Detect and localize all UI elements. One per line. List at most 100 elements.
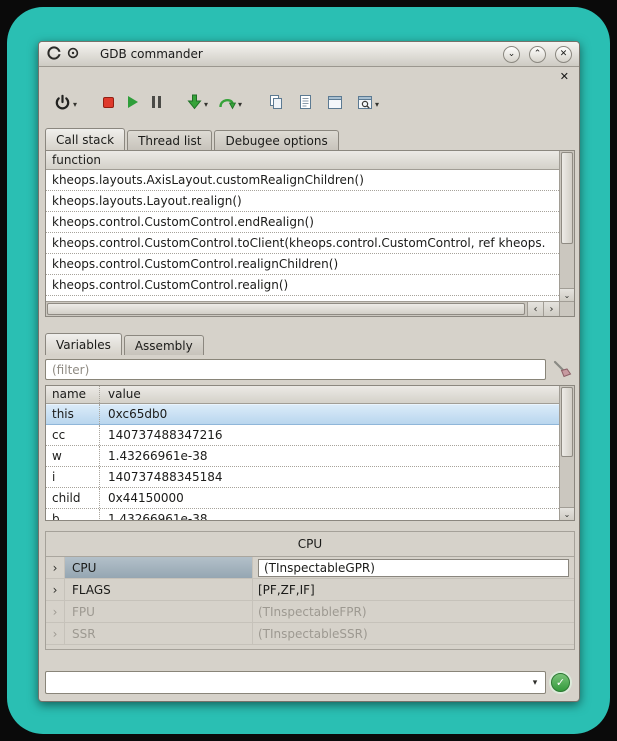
variable-row[interactable]: w 1.43266961e-38 <box>46 446 559 467</box>
run-button[interactable] <box>128 91 138 113</box>
app-icon <box>46 45 62 64</box>
variables-table: name value this 0xc65db0 cc 140737488347… <box>46 386 559 520</box>
callstack-horizontal-scrollbar[interactable]: ‹ › <box>46 301 559 316</box>
register-row-ssr[interactable]: › SSR (TInspectableSSR) <box>46 623 574 645</box>
pause-button[interactable] <box>152 91 161 113</box>
variables-vertical-scrollbar[interactable]: ⌄ <box>559 386 574 520</box>
variable-value: 140737488345184 <box>100 467 559 487</box>
step-into-dropdown-icon[interactable]: ▾ <box>204 100 208 109</box>
toolbar: ▾ ▾ ▾ ▾ <box>54 90 379 114</box>
pause-icon <box>152 96 161 108</box>
callstack-row[interactable]: kheops.control.CustomControl.endRealign(… <box>46 212 559 233</box>
register-row-cpu[interactable]: › CPU (TInspectableGPR) <box>46 557 574 579</box>
tab-variables[interactable]: Variables <box>45 333 122 355</box>
clear-filter-icon[interactable] <box>551 358 573 380</box>
step-into-button[interactable] <box>187 91 202 113</box>
expander-icon[interactable]: › <box>46 601 65 622</box>
callstack-column-header[interactable]: function <box>46 151 559 170</box>
cpu-groupbox-title: CPU <box>46 532 574 556</box>
callstack-row[interactable]: kheops.layouts.Layout.realign() <box>46 191 559 212</box>
close-button[interactable]: ✕ <box>555 46 572 63</box>
variable-row[interactable]: cc 140737488347216 <box>46 425 559 446</box>
callstack-row[interactable]: kheops.control.CustomControl.realign() <box>46 275 559 296</box>
command-input[interactable] <box>48 674 523 691</box>
variables-header-row: name value <box>46 386 559 404</box>
register-row-flags[interactable]: › FLAGS [PF,ZF,IF] <box>46 579 574 601</box>
scroll-left-button[interactable]: ‹ <box>527 302 543 316</box>
register-name[interactable]: SSR <box>65 623 253 644</box>
variable-value: 0x44150000 <box>100 488 559 508</box>
cpu-register-tree: › CPU (TInspectableGPR) › FLAGS [PF,ZF,I… <box>46 556 574 649</box>
variable-name: w <box>46 446 100 466</box>
callstack-row[interactable]: kheops.control.CustomControl.realignChil… <box>46 254 559 275</box>
gdb-commander-window: GDB commander ⌄ ⌃ ✕ ✕ ▾ ▾ ▾ <box>38 41 580 702</box>
callstack-row[interactable]: kheops.control.CustomControl.toClient(kh… <box>46 233 559 254</box>
column-header-value[interactable]: value <box>100 386 559 403</box>
expander-icon[interactable]: › <box>46 579 65 600</box>
register-value: (TInspectableSSR) <box>253 623 574 644</box>
scroll-down-button[interactable]: ⌄ <box>560 507 574 520</box>
view-frame-button[interactable] <box>327 91 343 113</box>
variable-row[interactable]: i 140737488345184 <box>46 467 559 488</box>
step-over-dropdown-icon[interactable]: ▾ <box>238 100 242 109</box>
callstack-vertical-scrollbar[interactable]: ⌄ <box>559 151 574 301</box>
combobox-dropdown-icon[interactable]: ▾ <box>525 672 545 693</box>
variable-value: 0xc65db0 <box>100 404 559 424</box>
register-name[interactable]: FPU <box>65 601 253 622</box>
step-over-button[interactable] <box>218 91 236 113</box>
callstack-row[interactable]: kheops.layouts.AxisLayout.customRealignC… <box>46 170 559 191</box>
scroll-right-button[interactable]: › <box>543 302 559 316</box>
check-icon: ✓ <box>556 676 565 689</box>
tab-assembly[interactable]: Assembly <box>124 335 204 355</box>
view-watch-button[interactable] <box>357 91 373 113</box>
register-name[interactable]: FLAGS <box>65 579 253 600</box>
debugger-tabbar: Call stack Thread list Debugee options <box>45 128 341 150</box>
variable-name: child <box>46 488 100 508</box>
register-value: (TInspectableFPR) <box>253 601 574 622</box>
register-row-fpu[interactable]: › FPU (TInspectableFPR) <box>46 601 574 623</box>
expander-icon[interactable]: › <box>46 557 65 578</box>
power-button[interactable] <box>54 91 71 113</box>
window-title: GDB commander <box>100 47 203 61</box>
pane-close-icon[interactable]: ✕ <box>560 71 569 82</box>
variables-panel: name value this 0xc65db0 cc 140737488347… <box>45 385 575 521</box>
view-list-button[interactable] <box>298 91 313 113</box>
scrollbar-thumb[interactable] <box>561 387 573 457</box>
execute-button[interactable]: ✓ <box>551 673 570 692</box>
copy-callstack-button[interactable] <box>268 91 284 113</box>
scrollbar-thumb[interactable] <box>47 303 525 315</box>
expander-icon[interactable]: › <box>46 623 65 644</box>
variable-row[interactable]: child 0x44150000 <box>46 488 559 509</box>
register-value: [PF,ZF,IF] <box>253 579 574 600</box>
cpu-groupbox: CPU › CPU (TInspectableGPR) › FLAGS [PF,… <box>45 531 575 650</box>
command-combobox[interactable]: ▾ <box>45 671 546 694</box>
view-watch-dropdown-icon[interactable]: ▾ <box>375 100 379 109</box>
scroll-down-button[interactable]: ⌄ <box>560 288 574 301</box>
stop-button[interactable] <box>103 91 114 113</box>
call-stack-list: function kheops.layouts.AxisLayout.custo… <box>46 151 559 301</box>
titlebar[interactable]: GDB commander ⌄ ⌃ ✕ <box>39 42 579 67</box>
variable-value: 1.43266961e-38 <box>100 446 559 466</box>
variable-value: 140737488347216 <box>100 425 559 445</box>
register-value-field[interactable]: (TInspectableGPR) <box>258 559 569 577</box>
play-icon <box>128 96 138 108</box>
variable-row[interactable]: this 0xc65db0 <box>46 404 559 425</box>
maximize-button[interactable]: ⌃ <box>529 46 546 63</box>
power-dropdown-icon[interactable]: ▾ <box>73 100 77 109</box>
filter-input[interactable] <box>45 359 546 380</box>
tab-thread-list[interactable]: Thread list <box>127 130 212 150</box>
tab-call-stack[interactable]: Call stack <box>45 128 125 150</box>
inspector-tabbar: Variables Assembly <box>45 333 206 355</box>
register-name[interactable]: CPU <box>65 557 253 578</box>
app-menu-icon[interactable] <box>67 47 79 62</box>
scrollbar-thumb[interactable] <box>561 152 573 244</box>
variable-name: i <box>46 467 100 487</box>
variable-value: 1.43266961e-38 <box>100 509 559 520</box>
variable-row[interactable]: b 1.43266961e-38 <box>46 509 559 520</box>
screenshot-root: GDB commander ⌄ ⌃ ✕ ✕ ▾ ▾ ▾ <box>0 0 617 741</box>
call-stack-panel: function kheops.layouts.AxisLayout.custo… <box>45 150 575 317</box>
minimize-button[interactable]: ⌄ <box>503 46 520 63</box>
column-header-name[interactable]: name <box>46 386 100 403</box>
tab-debugee-options[interactable]: Debugee options <box>214 130 338 150</box>
variable-name: this <box>46 404 100 424</box>
